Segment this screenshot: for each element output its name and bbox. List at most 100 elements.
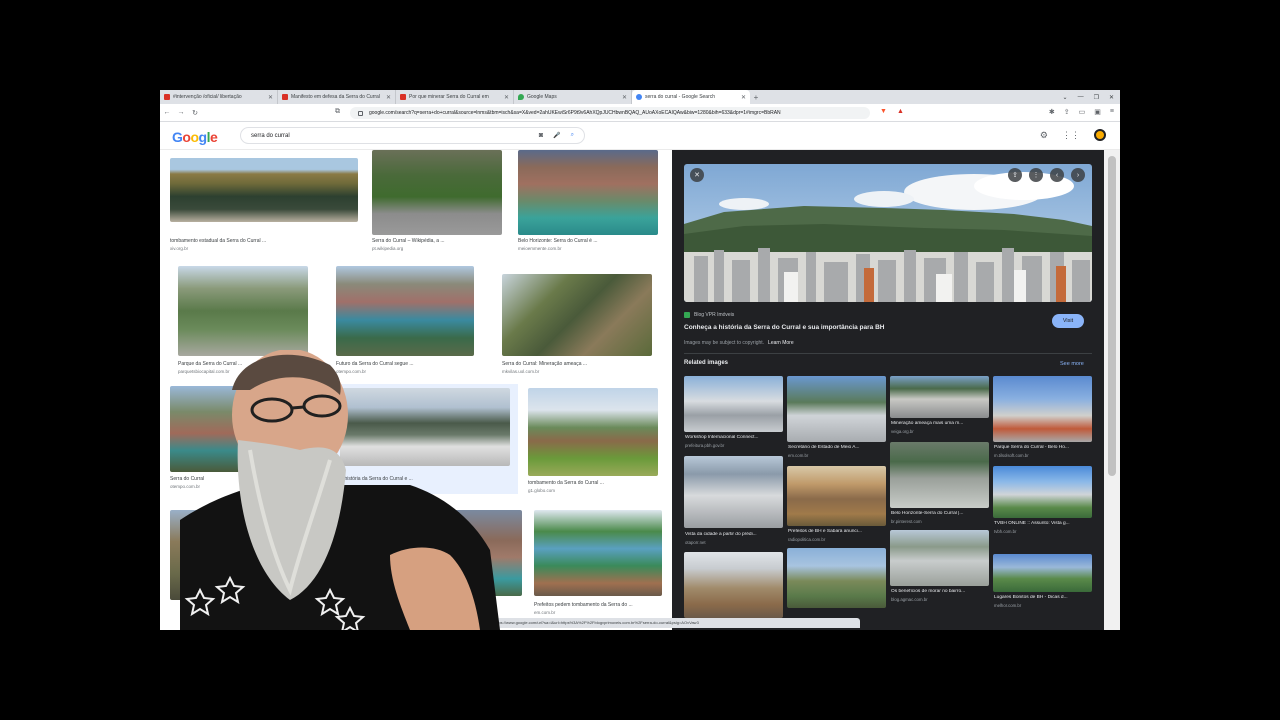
reload-icon[interactable]: ↻ bbox=[188, 109, 202, 117]
status-bar-url: https://www.google.com/url?sa=i&url=http… bbox=[490, 618, 860, 628]
related-image-thumb[interactable] bbox=[787, 376, 886, 442]
back-icon[interactable]: ← bbox=[160, 109, 174, 116]
new-tab-button[interactable]: + bbox=[750, 90, 762, 104]
result-image[interactable] bbox=[502, 274, 652, 356]
result-thumb[interactable]: tombamento estadual da Serra do Curral .… bbox=[170, 158, 358, 251]
close-icon[interactable]: ✕ bbox=[386, 94, 391, 101]
close-window-icon[interactable]: ✕ bbox=[1109, 94, 1114, 101]
related-image-thumb[interactable] bbox=[684, 456, 783, 528]
result-thumb[interactable]: Futuro da Serra do Curral segue ... otem… bbox=[336, 266, 474, 376]
result-image[interactable] bbox=[170, 510, 360, 600]
related-image[interactable]: Secretário de Estado de Meio A... em.com… bbox=[787, 376, 886, 458]
result-image[interactable] bbox=[340, 388, 510, 466]
result-thumb[interactable]: tombamento da Serra do Curral ... g1.glo… bbox=[528, 388, 658, 493]
avatar[interactable] bbox=[1094, 129, 1106, 141]
close-icon[interactable]: ✕ bbox=[741, 94, 746, 101]
close-icon[interactable]: ✕ bbox=[268, 94, 273, 101]
related-image[interactable]: TVBH ONLINE :: Assunto: Vista g... tvbh.… bbox=[993, 466, 1092, 552]
search-box[interactable]: serra do curral ◙ 🎤 ⌕ bbox=[240, 127, 585, 144]
result-thumb-selected[interactable]: A história da Serra do Curral e ... bbox=[332, 384, 518, 494]
search-input[interactable]: serra do curral bbox=[251, 133, 539, 139]
result-image[interactable] bbox=[418, 510, 522, 596]
result-image[interactable] bbox=[518, 150, 658, 235]
result-image[interactable] bbox=[178, 266, 308, 356]
related-image-thumb[interactable] bbox=[993, 466, 1092, 518]
search-icon[interactable]: ⌕ bbox=[571, 132, 574, 139]
google-logo[interactable]: Google bbox=[172, 129, 218, 145]
more-options-icon[interactable]: ⋮ bbox=[1029, 168, 1043, 182]
related-image[interactable] bbox=[787, 548, 886, 628]
page-scrollbar[interactable] bbox=[1104, 150, 1120, 630]
see-more-link[interactable]: See more bbox=[1060, 361, 1084, 367]
related-image-thumb[interactable] bbox=[890, 530, 989, 586]
related-image-thumb[interactable] bbox=[787, 466, 886, 526]
share-icon[interactable]: ⇪ bbox=[1008, 168, 1022, 182]
result-image[interactable] bbox=[534, 510, 662, 596]
warning-icon[interactable]: ▲ bbox=[897, 108, 904, 115]
image-results-grid: tombamento estadual da Serra do Curral .… bbox=[160, 150, 670, 630]
result-thumb[interactable]: Parque da Serra do Curral ... parquetsbi… bbox=[178, 266, 308, 376]
restore-icon[interactable]: ❐ bbox=[1094, 94, 1099, 101]
learn-more-link[interactable]: Learn More bbox=[768, 340, 794, 346]
address-bar[interactable]: google.com/search?q=serra+do+curral&sour… bbox=[350, 107, 870, 119]
tab-1[interactable]: #intervenção /oficial/ libertação ✕ bbox=[160, 90, 278, 104]
related-image[interactable]: Prefeitos de BH e Sabará anunci... radio… bbox=[787, 466, 886, 546]
extensions-icon[interactable]: ✱ bbox=[1049, 108, 1055, 116]
related-image-thumb[interactable] bbox=[993, 554, 1092, 592]
microphone-icon[interactable]: 🎤 bbox=[553, 132, 560, 139]
browser-window: #intervenção /oficial/ libertação ✕ Manif… bbox=[160, 90, 1120, 630]
related-image[interactable]: Vista da cidade a partir do prédi... ota… bbox=[684, 456, 783, 550]
result-thumb[interactable]: Serra do Curral – Wikipédia, a ... pt.wi… bbox=[372, 150, 502, 251]
related-image[interactable]: Lugares Bonitos de BH - Dicas d... melho… bbox=[993, 554, 1092, 630]
result-thumb[interactable]: Serra do Curral otempo.com.br bbox=[170, 386, 330, 490]
related-image-thumb[interactable] bbox=[684, 376, 783, 432]
apps-grid-icon[interactable]: ⋮⋮ bbox=[1062, 130, 1080, 141]
result-thumb[interactable]: Serra do Curral: Mineração ameaça ... mk… bbox=[502, 274, 652, 376]
minimize-icon[interactable]: — bbox=[1078, 94, 1084, 100]
wallet-icon[interactable]: ▣ bbox=[1094, 108, 1101, 116]
result-image[interactable] bbox=[336, 266, 474, 356]
related-image-thumb[interactable] bbox=[993, 376, 1092, 442]
previous-image-icon[interactable]: ‹ bbox=[1050, 168, 1064, 182]
related-image-thumb[interactable] bbox=[890, 442, 989, 508]
close-preview-button[interactable]: ✕ bbox=[690, 168, 704, 182]
bookmark-icon[interactable]: ⧉ bbox=[335, 108, 340, 116]
tab-4[interactable]: Google Maps ✕ bbox=[514, 90, 632, 104]
related-image[interactable]: Mineração ameaça mais uma m... veiga.org… bbox=[890, 376, 989, 438]
result-thumb[interactable] bbox=[170, 510, 360, 620]
related-image[interactable]: Parque Serra do Curral - Belo Ho... m.ti… bbox=[993, 376, 1092, 462]
brave-shield-icon[interactable]: ▼ bbox=[880, 108, 887, 115]
menu-icon[interactable]: ≡ bbox=[1110, 108, 1114, 116]
settings-gear-icon[interactable]: ⚙ bbox=[1040, 130, 1048, 141]
preview-title[interactable]: Conheça a história da Serra do Curral e … bbox=[684, 324, 884, 331]
chevron-down-icon[interactable]: ⌄ bbox=[1063, 94, 1068, 101]
result-image[interactable] bbox=[372, 150, 502, 235]
result-thumb[interactable] bbox=[418, 510, 522, 620]
preview-image[interactable] bbox=[684, 164, 1092, 302]
related-image-thumb[interactable] bbox=[684, 552, 783, 618]
visit-button[interactable]: Visit bbox=[1052, 314, 1084, 328]
preview-source[interactable]: Blog VPR Imóveis bbox=[684, 312, 734, 318]
result-thumb[interactable]: Prefeitos pedem tombamento da Serra do .… bbox=[534, 510, 662, 620]
related-image-thumb[interactable] bbox=[890, 376, 989, 418]
sidebar-icon[interactable]: ▭ bbox=[1079, 108, 1086, 116]
tab-2[interactable]: Manifesto em defesa da Serra do Curral ✕ bbox=[278, 90, 396, 104]
tab-3[interactable]: Por que minerar Serra do Curral em ✕ bbox=[396, 90, 514, 104]
result-image[interactable] bbox=[170, 386, 330, 472]
result-thumb[interactable]: Belo Horizonte: Serra do Curral é ... me… bbox=[518, 150, 658, 251]
tab-5-active[interactable]: serra do curral - Google Search ✕ bbox=[632, 90, 750, 104]
scrollbar-thumb[interactable] bbox=[1108, 156, 1116, 476]
camera-icon[interactable]: ◙ bbox=[539, 132, 543, 139]
close-icon[interactable]: ✕ bbox=[622, 94, 627, 101]
close-icon[interactable]: ✕ bbox=[504, 94, 509, 101]
result-image[interactable] bbox=[528, 388, 658, 476]
related-image[interactable] bbox=[684, 552, 783, 628]
next-image-icon[interactable]: › bbox=[1071, 168, 1085, 182]
forward-icon[interactable]: → bbox=[174, 109, 188, 116]
related-image[interactable]: Belo Horizonte-Serra do Curral |... br.p… bbox=[890, 442, 989, 528]
result-image[interactable] bbox=[170, 158, 358, 222]
share-icon[interactable]: ⇪ bbox=[1064, 108, 1070, 116]
related-image-thumb[interactable] bbox=[787, 548, 886, 608]
related-image[interactable]: Os benefícios de morar no bairro... blog… bbox=[890, 530, 989, 616]
related-image[interactable]: Workshop Internacional Connect... prefei… bbox=[684, 376, 783, 454]
